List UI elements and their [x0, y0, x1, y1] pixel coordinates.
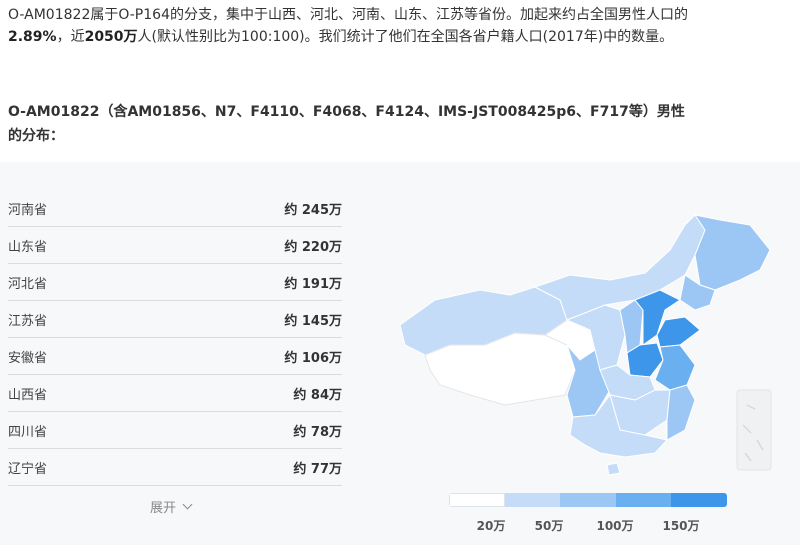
province-value: 约 220万 [284, 239, 342, 255]
legend-bar [449, 493, 727, 507]
legend-label: 100万 [596, 519, 634, 533]
map-region-shandong [656, 316, 701, 348]
legend-swatch [560, 493, 616, 507]
intro-text-1: O-AM01822属于O-P164的分支，集中于山西、河北、河南、山东、江苏等省… [8, 7, 688, 23]
legend-swatch [671, 493, 727, 507]
south-china-sea-inset [736, 389, 772, 471]
intro-percent: 2.89% [8, 29, 57, 45]
table-row: 江苏省 约 145万 [8, 301, 342, 338]
map-region-hainan [606, 462, 621, 476]
province-value: 约 84万 [293, 387, 342, 403]
legend-labels: 20万 50万 100万 150万 [449, 517, 727, 537]
legend-swatch [504, 493, 561, 507]
intro-text-3: 人(默认性别比为100:100)。我们统计了他们在全国各省户籍人口(2017年)… [137, 29, 674, 45]
map-region-northeast [693, 214, 771, 291]
map-region-jiangsu-anhui [654, 344, 696, 391]
province-name: 江苏省 [8, 313, 48, 329]
table-row: 辽宁省 约 77万 [8, 449, 342, 486]
province-value: 约 77万 [293, 461, 342, 477]
province-name: 山东省 [8, 239, 48, 255]
map-region-southeast [666, 384, 696, 441]
province-value: 约 145万 [284, 313, 342, 329]
province-name: 辽宁省 [8, 461, 48, 477]
intro-text-2: ，近 [56, 29, 85, 45]
province-value: 约 245万 [284, 202, 342, 218]
color-legend: 20万 50万 100万 150万 [449, 493, 727, 537]
province-name: 山西省 [8, 387, 48, 403]
table-row: 河北省 约 191万 [8, 264, 342, 301]
chevron-down-icon [182, 499, 193, 510]
table-row: 河南省 约 245万 [8, 190, 342, 227]
table-row: 山西省 约 84万 [8, 375, 342, 412]
province-name: 河北省 [8, 276, 48, 292]
province-value: 约 106万 [284, 350, 342, 366]
section-title: O-AM01822（含AM01856、N7、F4110、F4068、F4124、… [8, 104, 685, 144]
table-row: 四川省 约 78万 [8, 412, 342, 449]
province-table: 河南省约 245万 山东省约 220万 河北省约 191万 江苏省约 145万 … [8, 190, 342, 486]
expand-label: 展开 [150, 501, 177, 516]
table-row: 安徽省 约 106万 [8, 338, 342, 375]
legend-swatch [449, 493, 505, 507]
expand-button[interactable]: 展开 [150, 497, 193, 516]
legend-label: 50万 [534, 519, 564, 533]
intro-paragraph: O-AM01822属于O-P164的分支，集中于山西、河北、河南、山东、江苏等省… [8, 4, 688, 48]
province-value: 约 78万 [293, 424, 342, 440]
province-value: 约 191万 [284, 276, 342, 292]
china-map-icon [399, 214, 772, 476]
legend-swatch [615, 493, 672, 507]
table-row: 山东省 约 220万 [8, 227, 342, 264]
province-name: 安徽省 [8, 350, 48, 366]
province-name: 河南省 [8, 202, 48, 218]
intro-count: 2050万 [84, 29, 138, 45]
province-name: 四川省 [8, 424, 48, 440]
legend-label: 150万 [662, 519, 700, 533]
legend-label: 20万 [476, 519, 506, 533]
